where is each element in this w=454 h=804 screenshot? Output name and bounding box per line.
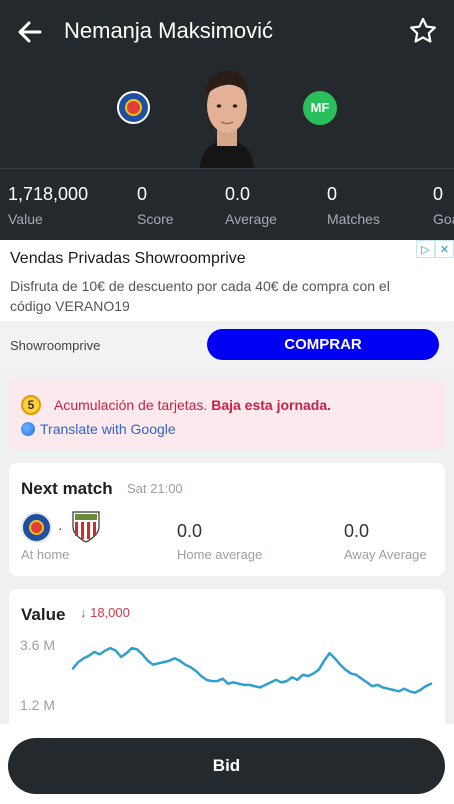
home-average-value: 0.0 bbox=[177, 521, 203, 541]
next-match-time: Sat 21:00 bbox=[127, 481, 183, 496]
next-match-title: Next match bbox=[21, 479, 113, 498]
position-badge: MF bbox=[303, 91, 337, 125]
alert-text: Acumulación de tarjetas. Baja esta jorna… bbox=[54, 397, 331, 413]
stat-goals: 0 Goals bbox=[433, 184, 454, 224]
stat-matches-number: 0 bbox=[327, 184, 338, 204]
ad-buy-button[interactable]: COMPRAR bbox=[207, 329, 439, 360]
stat-goals-number: 0 bbox=[433, 184, 444, 204]
back-arrow-icon[interactable] bbox=[14, 16, 46, 48]
ad-brand: Showroomprive bbox=[10, 338, 101, 353]
ad-close-icon[interactable]: ✕ bbox=[435, 240, 454, 258]
player-name: Nemanja Maksimović bbox=[64, 18, 274, 43]
value-card[interactable]: Value ↓ 18,000 3.6 M 1.2 M bbox=[9, 589, 445, 729]
home-team-badge-icon bbox=[21, 512, 52, 543]
away-average-value: 0.0 bbox=[344, 521, 370, 541]
alert-message: Acumulación de tarjetas. bbox=[54, 397, 208, 413]
ad-title[interactable]: Vendas Privadas Showroomprive bbox=[10, 250, 246, 268]
ad-text: Disfruta de 10€ de descuento por cada 40… bbox=[10, 278, 390, 314]
player-header: Nemanja Maksimović MF 1,718,000 Value 0 … bbox=[0, 0, 454, 240]
stat-value: 1,718,000 Value bbox=[8, 184, 88, 228]
footer-bar: Bid bbox=[0, 724, 454, 804]
match-separator: · bbox=[58, 520, 63, 536]
ad-footer: Showroomprive COMPRAR bbox=[0, 321, 454, 369]
stat-goals-clip: 0 Goals bbox=[433, 184, 454, 224]
away-average-label: Away Average bbox=[344, 547, 427, 562]
player-photo bbox=[200, 71, 254, 168]
stats-divider bbox=[0, 168, 454, 169]
translate-label[interactable]: Translate with Google bbox=[40, 421, 176, 437]
alert-emphasis: Baja esta jornada. bbox=[211, 397, 332, 413]
ad-banner[interactable]: ▷ ✕ Vendas Privadas Showroomprive Disfru… bbox=[0, 240, 454, 369]
home-label: At home bbox=[21, 547, 70, 562]
club-badge-icon bbox=[117, 91, 150, 124]
stat-value-number: 1,718,000 bbox=[8, 184, 89, 204]
favorite-star-icon[interactable] bbox=[408, 16, 438, 46]
stat-score-number: 0 bbox=[137, 184, 148, 204]
translate-link[interactable]: Translate with Google bbox=[21, 421, 176, 437]
stat-score-label: Score bbox=[137, 211, 174, 227]
stat-value-label: Value bbox=[8, 211, 43, 227]
stat-average: 0.0 Average bbox=[225, 184, 277, 228]
stat-matches-label: Matches bbox=[327, 211, 380, 227]
stat-score: 0 Score bbox=[137, 184, 174, 228]
athletic-bilbao-badge-icon bbox=[72, 511, 100, 543]
card-suspension-alert: 5 Acumulación de tarjetas. Baja esta jor… bbox=[9, 380, 445, 450]
stat-matches: 0 Matches bbox=[327, 184, 380, 228]
next-match-card[interactable]: Next match Sat 21:00 · At home 0.0 Home … bbox=[9, 463, 445, 576]
ad-choices[interactable]: ▷ ✕ bbox=[416, 240, 454, 258]
yellow-card-count-badge: 5 bbox=[21, 395, 41, 415]
ad-choices-icon[interactable]: ▷ bbox=[416, 240, 435, 258]
stat-goals-label: Goals bbox=[433, 211, 454, 224]
value-line-chart bbox=[71, 646, 433, 694]
globe-icon bbox=[21, 422, 35, 436]
stat-average-number: 0.0 bbox=[225, 184, 251, 204]
home-average-label: Home average bbox=[177, 547, 263, 562]
bid-button[interactable]: Bid bbox=[8, 738, 445, 794]
value-series-line bbox=[71, 646, 433, 694]
stat-average-label: Average bbox=[225, 211, 277, 227]
